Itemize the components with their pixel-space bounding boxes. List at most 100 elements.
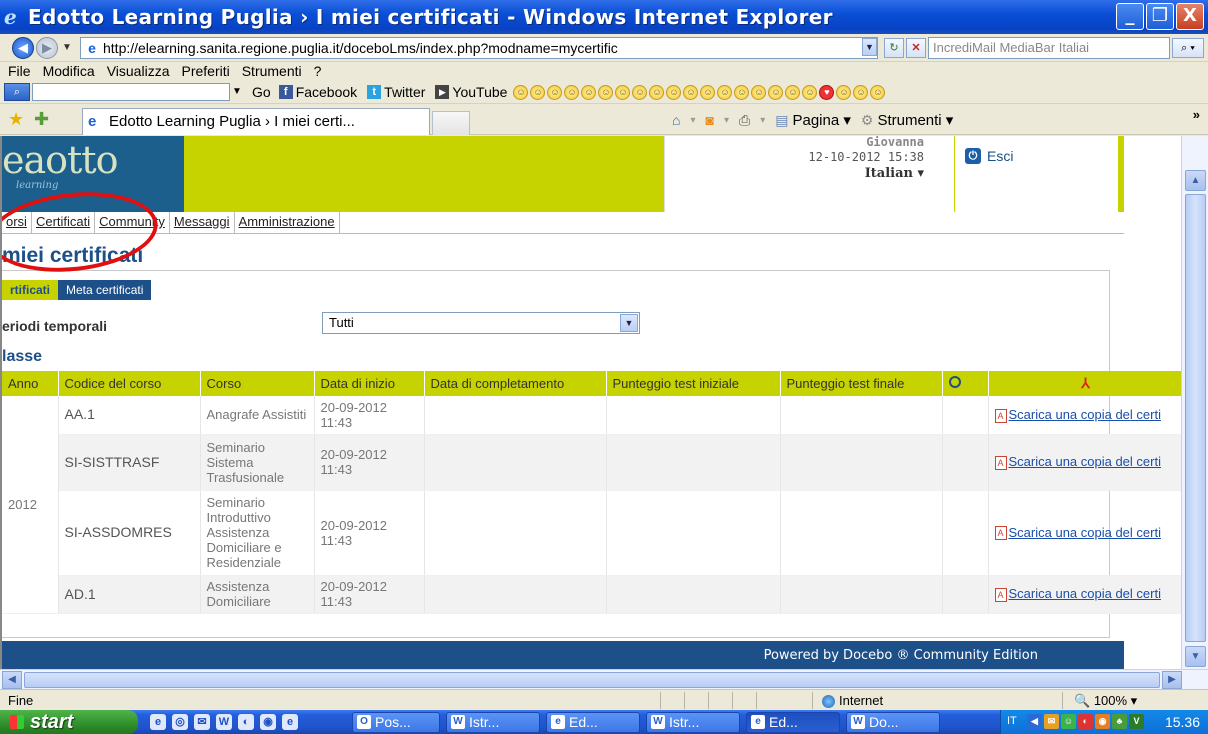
smiley-icon[interactable]: ☺ — [547, 84, 563, 100]
smiley-icon[interactable]: ☺ — [734, 84, 750, 100]
scroll-up-icon[interactable]: ▲ — [1185, 170, 1206, 191]
smiley-icon[interactable]: ☺ — [683, 84, 699, 100]
search-icon[interactable]: ⌕ ▾ — [1172, 38, 1204, 58]
feeds-icon[interactable]: ◙ — [706, 112, 714, 128]
strumenti-menu[interactable]: Strumenti ▾ — [877, 111, 953, 129]
menu-modifica[interactable]: Modifica — [43, 63, 95, 79]
smiley-icon[interactable]: ☺ — [615, 84, 631, 100]
back-button[interactable]: ◀ — [12, 37, 34, 59]
scroll-right-icon[interactable]: ▶ — [1162, 671, 1182, 689]
home-dropdown-icon[interactable]: ▾ — [690, 115, 695, 126]
download-certificate-link[interactable]: Scarica una copia del certi — [1009, 525, 1161, 540]
quicklaunch-icon[interactable]: e — [150, 714, 166, 730]
feeds-dropdown-icon[interactable]: ▾ — [724, 115, 729, 126]
print-dropdown-icon[interactable]: ▾ — [760, 115, 765, 126]
smiley-icon[interactable]: ☺ — [768, 84, 784, 100]
smiley-icon[interactable]: ☺ — [649, 84, 665, 100]
logout-link[interactable]: Esci — [987, 148, 1013, 164]
maximize-button[interactable]: ❐ — [1146, 3, 1174, 30]
smiley-icon[interactable]: ☺ — [513, 84, 529, 100]
col-data-completamento[interactable]: Data di completamento — [424, 371, 607, 396]
power-icon[interactable]: ⏻ — [965, 148, 981, 164]
forward-button[interactable]: ▶ — [36, 37, 58, 59]
quicklaunch-icon[interactable]: ◐ — [238, 714, 254, 730]
period-select[interactable]: Tutti ▼ — [322, 312, 640, 334]
history-dropdown-icon[interactable]: ▼ — [62, 42, 72, 53]
horizontal-scrollbar[interactable]: ◀ ▶ — [0, 669, 1208, 689]
col-corso[interactable]: Corso — [200, 371, 315, 396]
smiley-icon[interactable]: ☺ — [632, 84, 648, 100]
menu-visualizza[interactable]: Visualizza — [107, 63, 170, 79]
input-language[interactable]: IT — [1007, 715, 1017, 727]
scroll-down-icon[interactable]: ▼ — [1185, 646, 1206, 667]
tab-meta-certificati[interactable]: Meta certificati — [58, 280, 152, 300]
scroll-thumb[interactable] — [1185, 194, 1206, 642]
col-punteggio-finale[interactable]: Punteggio test finale — [780, 371, 943, 396]
refresh-icon[interactable]: ↻ — [884, 38, 904, 58]
taskbar-item-do[interactable]: W Do... — [846, 712, 940, 733]
quicklaunch-icon[interactable]: e — [282, 714, 298, 730]
youtube-link[interactable]: YouTube — [452, 84, 507, 100]
search-input[interactable]: IncrediMail MediaBar Italiai — [928, 37, 1170, 59]
smiley-icon[interactable]: ☺ — [836, 84, 852, 100]
toolbar-dropdown-icon[interactable]: ▼ — [232, 86, 242, 97]
quicklaunch-icon[interactable]: ✉ — [194, 714, 210, 730]
start-button[interactable]: start — [0, 710, 138, 734]
toolbar-search-input[interactable] — [32, 83, 230, 101]
smiley-icon[interactable]: ☺ — [564, 84, 580, 100]
quicklaunch-icon[interactable]: ◎ — [172, 714, 188, 730]
quicklaunch-icon[interactable]: W — [216, 714, 232, 730]
smiley-icon[interactable]: ☺ — [802, 84, 818, 100]
zoom-level[interactable]: 🔍 100% ▾ — [1074, 693, 1137, 709]
smiley-icon[interactable]: ☺ — [785, 84, 801, 100]
hscroll-thumb[interactable] — [24, 672, 1160, 688]
tab-edotto[interactable]: e Edotto Learning Puglia › I miei certi.… — [82, 108, 430, 135]
tab-certificati[interactable]: rtificati — [2, 280, 59, 300]
address-dropdown-icon[interactable]: ▼ — [862, 38, 877, 56]
taskbar-item-ed-active[interactable]: e Ed... — [746, 712, 840, 733]
smiley-icon[interactable]: ☺ — [853, 84, 869, 100]
tray-icon[interactable]: ◀ — [1027, 714, 1042, 729]
language-select[interactable]: Italian ▾ — [665, 166, 924, 181]
smiley-icon[interactable]: ☺ — [598, 84, 614, 100]
smiley-icon[interactable]: ☺ — [581, 84, 597, 100]
pagina-menu[interactable]: Pagina ▾ — [792, 111, 850, 129]
menu-file[interactable]: File — [8, 63, 31, 79]
heart-icon[interactable]: ♥ — [819, 84, 835, 100]
favorites-star-icon[interactable]: ★ — [8, 110, 24, 128]
taskbar-item-istr-2[interactable]: W Istr... — [646, 712, 740, 733]
go-button[interactable]: Go — [252, 84, 271, 100]
menu-preferiti[interactable]: Preferiti — [181, 63, 229, 79]
tray-icon[interactable]: ◐ — [1078, 714, 1093, 729]
smiley-icon[interactable]: ☺ — [700, 84, 716, 100]
col-anno[interactable]: Anno — [2, 371, 59, 396]
download-certificate-link[interactable]: Scarica una copia del certi — [1009, 407, 1161, 422]
address-bar[interactable]: e http://elearning.sanita.regione.puglia… — [80, 37, 878, 59]
new-tab-button[interactable] — [432, 111, 470, 135]
quicklaunch-icon[interactable]: ◉ — [260, 714, 276, 730]
stop-icon[interactable]: ✕ — [906, 38, 926, 58]
taskbar-item-pos[interactable]: O Pos... — [352, 712, 440, 733]
download-certificate-link[interactable]: Scarica una copia del certi — [1009, 454, 1161, 469]
menu-strumenti[interactable]: Strumenti — [242, 63, 302, 79]
facebook-link[interactable]: Facebook — [296, 84, 357, 100]
twitter-link[interactable]: Twitter — [384, 84, 425, 100]
col-codice[interactable]: Codice del corso — [58, 371, 201, 396]
smiley-icon[interactable]: ☺ — [666, 84, 682, 100]
nav-messaggi[interactable]: Messaggi — [170, 212, 235, 233]
minimize-button[interactable]: _ — [1116, 3, 1144, 30]
close-button[interactable]: X — [1176, 3, 1204, 30]
menu-help[interactable]: ? — [314, 63, 322, 79]
smiley-icon[interactable]: ☺ — [530, 84, 546, 100]
chevron-more-icon[interactable]: » — [1193, 107, 1200, 122]
scroll-left-icon[interactable]: ◀ — [2, 671, 22, 689]
taskbar-item-istr[interactable]: W Istr... — [446, 712, 540, 733]
chevron-down-icon[interactable]: ▼ — [620, 314, 638, 332]
add-favorite-icon[interactable]: ✚ — [34, 110, 49, 128]
col-punteggio-iniziale[interactable]: Punteggio test iniziale — [606, 371, 781, 396]
tray-icon[interactable]: V — [1129, 714, 1144, 729]
tray-icon[interactable]: ◉ — [1095, 714, 1110, 729]
smiley-icon[interactable]: ☺ — [751, 84, 767, 100]
print-icon[interactable]: ⎙ — [739, 112, 750, 129]
toolbar-search-icon[interactable]: ⌕ — [4, 83, 30, 101]
